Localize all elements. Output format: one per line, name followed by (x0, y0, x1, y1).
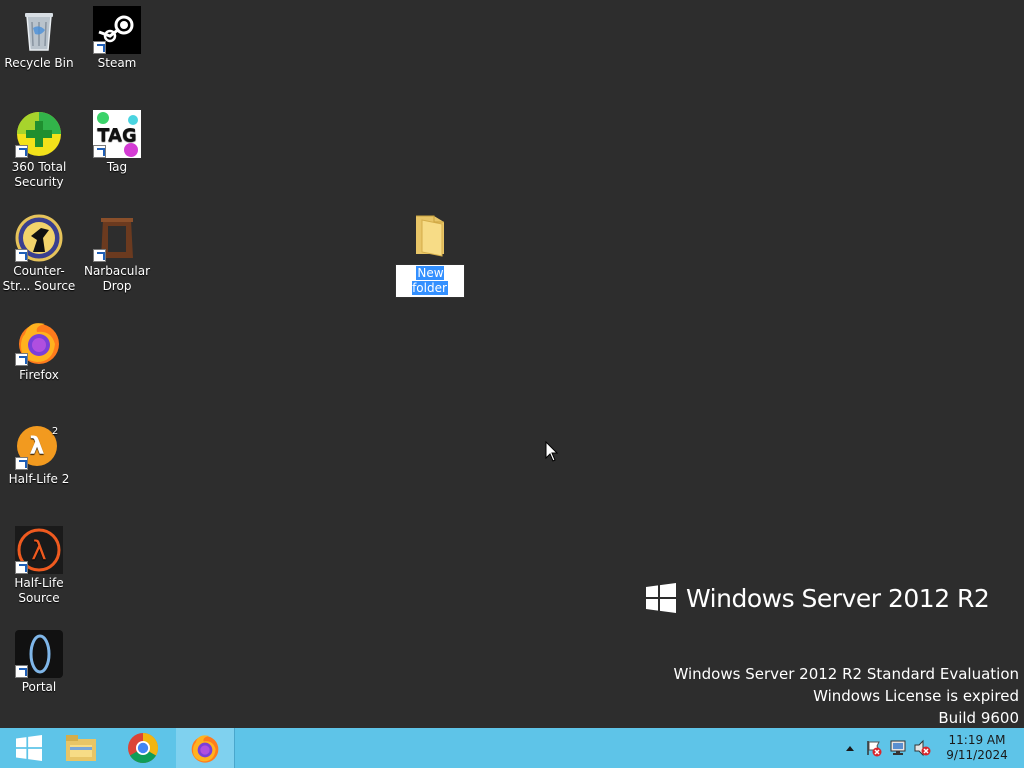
system-tray: 11:19 AM 9/11/2024 (838, 728, 1024, 768)
windows-server-branding: Windows Server 2012 R2 (646, 583, 990, 613)
svg-text:2: 2 (52, 426, 58, 437)
shortcut-arrow-icon (15, 665, 28, 678)
network-tray-button[interactable] (888, 738, 908, 758)
folder-name-selected-text[interactable]: New folder (412, 266, 448, 295)
taskbar-file-explorer-button[interactable] (52, 728, 110, 768)
folder-icon (410, 212, 450, 260)
desktop-icon-firefox[interactable]: Firefox (0, 312, 78, 383)
shortcut-arrow-icon (15, 353, 28, 366)
firefox-icon (191, 735, 219, 763)
show-hidden-icons-button[interactable] (840, 738, 860, 758)
desktop-icon-label: Tag (106, 160, 128, 174)
desktop-icon-label: 360 Total Security (11, 160, 67, 189)
file-explorer-icon (66, 735, 96, 761)
taskbar-clock[interactable]: 11:19 AM 9/11/2024 (942, 733, 1012, 763)
desktop-icon-label: Half-Life Source (14, 576, 64, 605)
watermark-license-status: Windows License is expired (813, 687, 1019, 705)
desktop-icon-counter-strike[interactable]: Counter-Str... Source (0, 208, 78, 294)
license-watermark: Windows Server 2012 R2 Standard Evaluati… (673, 663, 1019, 729)
windows-start-icon (16, 735, 42, 761)
action-center-tray-button[interactable] (864, 738, 884, 758)
start-button[interactable] (0, 728, 58, 768)
tag-icon: TAG (93, 110, 141, 158)
desktop-icon-recycle-bin[interactable]: Recycle Bin (0, 0, 78, 71)
svg-text:λ: λ (31, 536, 46, 566)
desktop-icon-label: Recycle Bin (4, 56, 74, 70)
shortcut-arrow-icon (15, 249, 28, 262)
desktop-icon-steam[interactable]: Steam (78, 0, 156, 71)
clock-time: 11:19 AM (948, 733, 1006, 747)
taskbar-firefox-button[interactable] (176, 728, 235, 768)
desktop-icon-label: Firefox (19, 368, 59, 382)
svg-text:TAG: TAG (97, 125, 137, 146)
shortcut-arrow-icon (15, 457, 28, 470)
new-folder[interactable]: New folder (395, 212, 465, 298)
volume-muted-icon (914, 739, 931, 757)
half-life-2-icon: λ 2 (15, 422, 63, 470)
shortcut-arrow-icon (93, 249, 106, 262)
desktop-icon-tag[interactable]: TAG Tag (78, 104, 156, 175)
taskbar: 11:19 AM 9/11/2024 (0, 728, 1024, 768)
svg-text:λ: λ (29, 432, 44, 460)
recycle-bin-icon (15, 6, 63, 54)
narbacular-drop-icon (93, 214, 141, 262)
shortcut-arrow-icon (15, 145, 28, 158)
network-icon (890, 740, 906, 755)
shortcut-arrow-icon (15, 561, 28, 574)
shortcut-arrow-icon (93, 41, 106, 54)
desktop-icon-label: Steam (97, 56, 137, 70)
desktop-icon-half-life-2[interactable]: λ 2 Half-Life 2 (0, 416, 78, 487)
watermark-build: Build 9600 (938, 709, 1019, 727)
taskbar-chrome-button[interactable] (114, 728, 172, 768)
windows-logo-icon (646, 583, 676, 613)
desktop-icon-half-life-source[interactable]: λ Half-Life Source (0, 520, 78, 606)
branding-text: Windows Server 2012 R2 (686, 583, 990, 613)
desktop-icon-label: Half-Life 2 (8, 472, 70, 486)
chrome-icon (128, 733, 159, 764)
clock-date: 9/11/2024 (946, 748, 1008, 762)
desktop-icon-label: Portal (21, 680, 57, 694)
360-total-security-icon (15, 110, 63, 158)
portal-icon (15, 630, 63, 678)
desktop-icon-portal[interactable]: Portal (0, 624, 78, 695)
mouse-cursor-icon (545, 441, 559, 462)
folder-rename-input[interactable]: New folder (395, 264, 465, 298)
action-center-flag-icon (867, 741, 882, 757)
desktop-icon-label: Narbacular Drop (83, 264, 151, 293)
half-life-source-icon: λ (15, 526, 63, 574)
firefox-icon (15, 318, 63, 366)
desktop-icon-label: Counter-Str... Source (2, 264, 76, 293)
desktop-icon-360-total-security[interactable]: 360 Total Security (0, 104, 78, 190)
chevron-up-icon (846, 746, 854, 751)
watermark-edition: Windows Server 2012 R2 Standard Evaluati… (673, 665, 1019, 683)
shortcut-arrow-icon (93, 145, 106, 158)
counter-strike-icon (15, 214, 63, 262)
desktop-icon-narbacular-drop[interactable]: Narbacular Drop (78, 208, 156, 294)
steam-icon (93, 6, 141, 54)
volume-tray-button[interactable] (912, 738, 932, 758)
